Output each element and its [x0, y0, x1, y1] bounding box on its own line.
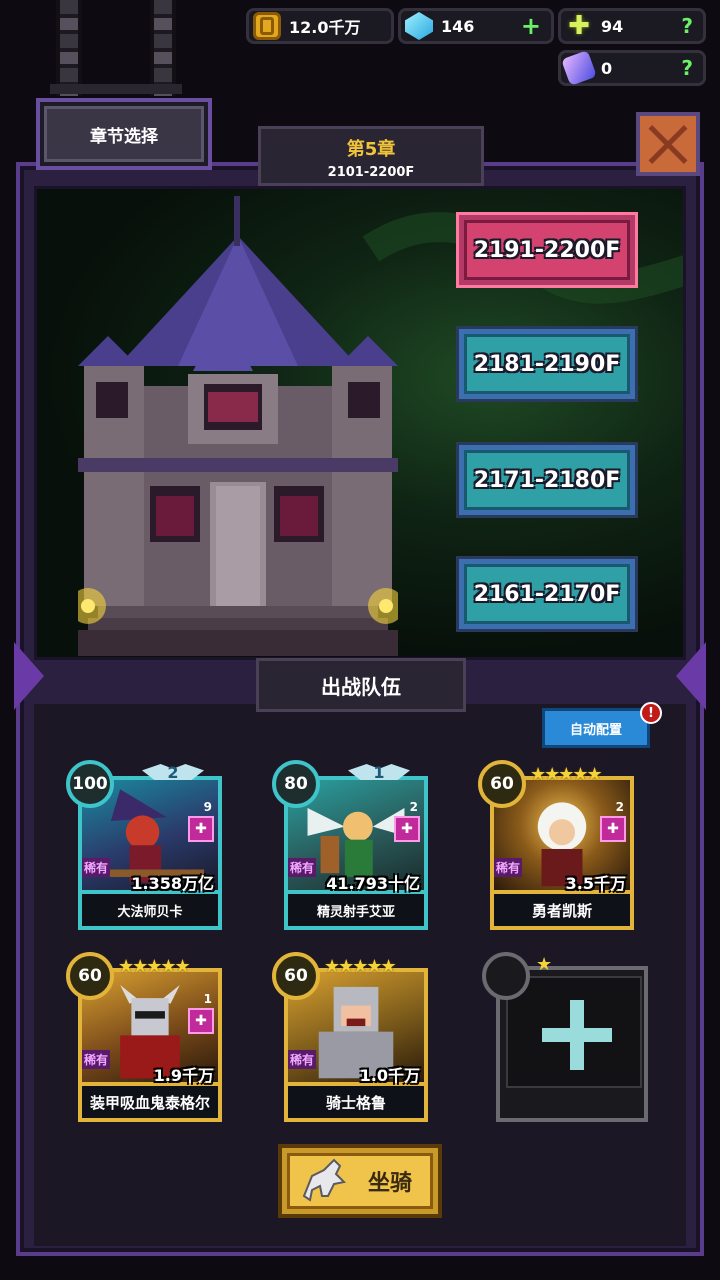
floor-button-1[interactable]: 2191-2200F	[456, 212, 638, 288]
gem-icon	[405, 12, 433, 40]
scroll-help-button[interactable]: ?	[681, 56, 693, 80]
add-hero-icon-bar	[542, 1028, 612, 1042]
gold-amount: 12.0千万	[289, 18, 361, 37]
chain-decoration-left	[56, 0, 82, 96]
floor-label: 2161-2170F	[464, 564, 630, 624]
hero-name: 大法师贝卡	[78, 894, 222, 930]
awaken-level: 2	[167, 762, 179, 782]
hero-card-4[interactable]: 60 ★★★★★ 1 ✚ 稀有 1.9千万 装甲吸血鬼泰格尔	[66, 952, 226, 1126]
hero-card-3[interactable]: 60 ★★★★★ 2 ✚ 稀有 3.5千万 勇者凯斯	[478, 760, 638, 934]
hero-name: 精灵射手艾亚	[284, 894, 428, 930]
add-gems-button[interactable]: +	[521, 12, 541, 40]
chapter-title: 第5章	[346, 139, 396, 160]
slot-inner	[506, 976, 642, 1088]
hero-level: 80	[272, 760, 320, 808]
star-rating-icon: ★★★★★	[324, 956, 397, 977]
auto-configure-button[interactable]: 自动配置	[542, 708, 650, 748]
gem-counter: 146 +	[398, 8, 554, 44]
slot-level-ring	[482, 952, 530, 1000]
rarity-label: 稀有	[82, 1050, 111, 1069]
close-button[interactable]	[636, 112, 700, 176]
hero-level: 60	[66, 952, 114, 1000]
star-rating-icon: ★★★★★	[530, 764, 603, 785]
cross-badge-icon: ✚	[188, 816, 214, 842]
cross-badge-icon: ✚	[394, 816, 420, 842]
scroll-counter: 0 ?	[558, 50, 706, 86]
floor-label: 2171-2180F	[464, 450, 630, 510]
hero-power: 1.9千万	[153, 1066, 214, 1085]
cross-count: 9	[203, 800, 212, 814]
mount-button[interactable]: 坐骑	[278, 1144, 442, 1218]
floor-button-2[interactable]: 2181-2190F	[456, 326, 638, 402]
cross-count: 2	[409, 800, 418, 814]
rarity-label: 稀有	[494, 858, 523, 877]
chapter-range: 2101-2200F	[327, 165, 415, 180]
hero-card-5[interactable]: 60 ★★★★★ 稀有 1.0千万 骑士格鲁	[272, 952, 432, 1126]
floor-label: 2191-2200F	[464, 220, 630, 280]
chain-crossbar	[50, 84, 182, 94]
cross-badge-icon: ✚	[600, 816, 626, 842]
left-arrow-decoration	[14, 642, 44, 710]
awaken-level: 1	[373, 762, 385, 782]
castle-illustration	[78, 196, 398, 656]
mount-label: 坐骑	[368, 1171, 413, 1196]
scroll-icon	[561, 50, 597, 86]
hero-power: 1.358万亿	[131, 874, 214, 893]
alert-badge: !	[640, 702, 662, 724]
cross-icon: ✚	[568, 11, 590, 41]
rarity-label: 稀有	[82, 858, 111, 877]
awaken-wings-icon: 2	[130, 762, 216, 782]
cross-count: 1	[203, 992, 212, 1006]
cross-counter: ✚ 94 ?	[558, 8, 706, 44]
awaken-wings-icon: 1	[336, 762, 422, 782]
floor-button-4[interactable]: 2161-2170F	[456, 556, 638, 632]
cross-count: 2	[615, 800, 624, 814]
hero-power: 1.0千万	[359, 1066, 420, 1085]
hero-name: 装甲吸血鬼泰格尔	[78, 1086, 222, 1122]
star-rating-icon: ★★★★★	[118, 956, 191, 977]
cross-badge-icon: ✚	[188, 1008, 214, 1034]
team-title: 出战队伍	[256, 658, 466, 712]
cross-amount: 94	[601, 16, 624, 36]
scroll-amount: 0	[601, 58, 613, 78]
chapter-select-label: 章节选择	[44, 106, 204, 162]
horse-icon	[302, 1158, 347, 1202]
chapter-select-button[interactable]: 章节选择	[36, 98, 212, 170]
star-icon: ★	[536, 954, 553, 975]
hero-name: 勇者凯斯	[490, 894, 634, 930]
rarity-label: 稀有	[288, 1050, 317, 1069]
floor-button-3[interactable]: 2171-2180F	[456, 442, 638, 518]
hero-power: 41.793十亿	[326, 874, 420, 893]
hero-power: 3.5千万	[565, 874, 626, 893]
hero-name: 骑士格鲁	[284, 1086, 428, 1122]
hero-card-1[interactable]: 100 2 9 ✚ 稀有 1.358万亿 大法师贝卡	[66, 760, 226, 934]
empty-hero-slot[interactable]: ★	[482, 952, 650, 1124]
floor-label: 2181-2190F	[464, 334, 630, 394]
cross-help-button[interactable]: ?	[681, 14, 693, 38]
hero-level: 100	[66, 760, 114, 808]
rarity-label: 稀有	[288, 858, 317, 877]
hero-card-2[interactable]: 80 1 2 ✚ 稀有 41.793十亿 精灵射手艾亚	[272, 760, 432, 934]
gold-coin-icon	[253, 12, 281, 40]
right-arrow-decoration	[676, 642, 706, 710]
gem-amount: 146	[441, 16, 475, 36]
chain-decoration-right	[150, 0, 176, 96]
gold-counter: 12.0千万	[246, 8, 394, 44]
hero-level: 60	[272, 952, 320, 1000]
hero-level: 60	[478, 760, 526, 808]
chapter-header: 第5章 2101-2200F	[258, 126, 484, 186]
